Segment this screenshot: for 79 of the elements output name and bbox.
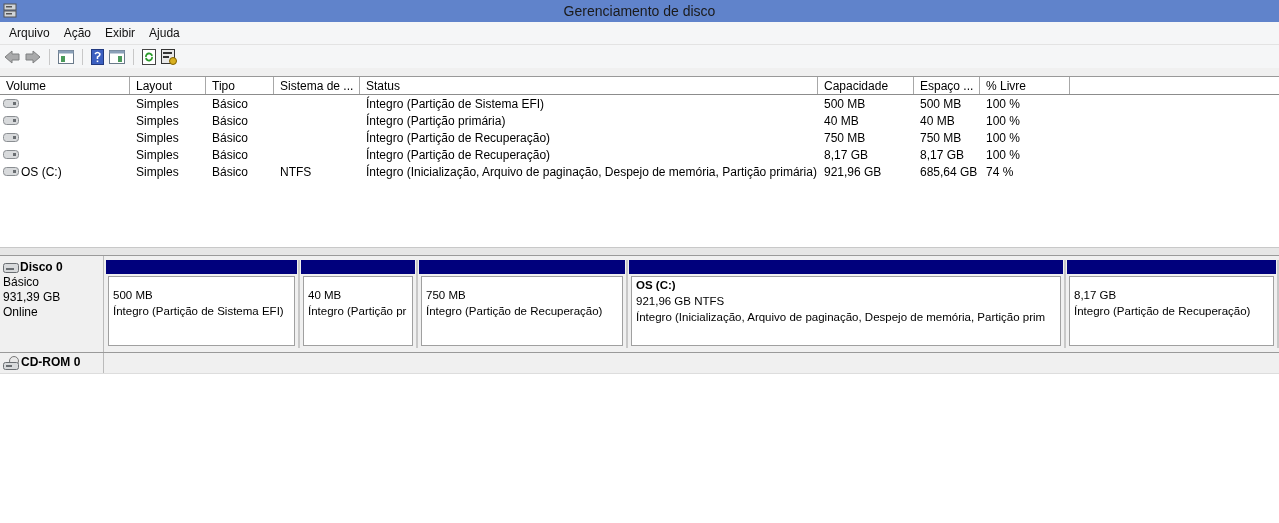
table-cell: 100 %	[986, 131, 1021, 145]
partition-status: Íntegro (Partição de Recuperação)	[426, 304, 604, 319]
drive-icon	[3, 133, 19, 142]
column-header[interactable]: Status	[360, 77, 818, 94]
partition-block[interactable]: 750 MB Íntegro (Partição de Recuperação)	[421, 276, 623, 346]
table-cell: Íntegro (Partição de Recuperação)	[366, 148, 551, 162]
column-header[interactable]: Sistema de ...	[274, 77, 360, 94]
table-cell: Simples	[136, 148, 179, 162]
table-cell: Simples	[136, 114, 179, 128]
app-icon	[3, 3, 17, 19]
table-cell: Íntegro (Partição de Recuperação)	[366, 131, 551, 145]
table-cell: 8,17 GB	[920, 148, 965, 162]
back-arrow-icon[interactable]	[4, 49, 20, 64]
table-cell: 40 MB	[824, 114, 859, 128]
menu-item[interactable]: Ação	[56, 26, 99, 40]
disk-name: CD-ROM 0	[21, 355, 81, 370]
window-title: Gerenciamento de disco	[563, 3, 716, 19]
drive-icon	[3, 150, 19, 159]
menu-item[interactable]: Arquivo	[2, 26, 57, 40]
table-cell: 685,64 GB	[920, 165, 978, 179]
partition-block[interactable]: 40 MB Íntegro (Partição pr	[303, 276, 413, 346]
partition-size: 921,96 GB NTFS	[636, 294, 726, 309]
table-cell: 500 MB	[920, 97, 962, 111]
table-cell: Básico	[212, 148, 249, 162]
partition-size: 40 MB	[308, 288, 343, 303]
disk-info: Básico	[3, 275, 40, 290]
table-cell: Íntegro (Partição primária)	[366, 114, 506, 128]
table-cell: Simples	[136, 97, 179, 111]
partition-block[interactable]: 500 MB Íntegro (Partição de Sistema EFI)	[108, 276, 295, 346]
partition-name: OS (C:)	[636, 278, 677, 293]
partition-block[interactable]: 8,17 GB Íntegro (Partição de Recuperação)	[1069, 276, 1274, 346]
disk-info: Online	[3, 305, 38, 320]
partition-status: Íntegro (Partição pr	[308, 304, 408, 319]
table-cell: 100 %	[986, 148, 1021, 162]
table-cell: Simples	[136, 131, 179, 145]
table-cell: Básico	[212, 114, 249, 128]
partition-block[interactable]: OS (C:) 921,96 GB NTFS Íntegro (Inicialização, Arquivo de paginação, Despejo de memória, Partição prim	[631, 276, 1061, 346]
partition-size: 500 MB	[113, 288, 154, 303]
table-cell: 750 MB	[824, 131, 866, 145]
partition-size: 750 MB	[426, 288, 467, 303]
partition-size: 8,17 GB	[1074, 288, 1118, 303]
table-cell: 8,17 GB	[824, 148, 869, 162]
table-cell: 750 MB	[920, 131, 962, 145]
table-cell: Íntegro (Partição de Sistema EFI)	[366, 97, 545, 111]
table-cell: Básico	[212, 165, 249, 179]
panel-icon[interactable]	[109, 49, 125, 64]
table-cell: 40 MB	[920, 114, 955, 128]
table-cell: Básico	[212, 97, 249, 111]
table-cell: 100 %	[986, 97, 1021, 111]
menu-item[interactable]: Exibir	[98, 26, 143, 40]
column-header[interactable]: Layout	[130, 77, 206, 94]
forward-arrow-icon[interactable]	[25, 49, 41, 64]
partition-status: Íntegro (Inicialização, Arquivo de paginação, Despejo de memória, Partição prim	[636, 310, 1047, 325]
drive-icon	[3, 99, 19, 108]
panel-icon[interactable]	[58, 49, 74, 64]
menu-item[interactable]: Ajuda	[142, 26, 187, 40]
column-header[interactable]: % Livre	[980, 77, 1070, 94]
refresh-icon[interactable]	[142, 48, 156, 65]
column-header[interactable]: Espaço ...	[914, 77, 980, 94]
column-header[interactable]: Capacidade	[818, 77, 914, 94]
column-header[interactable]: Volume	[0, 77, 130, 94]
table-cell: 500 MB	[824, 97, 866, 111]
disk-info: 931,39 GB	[3, 290, 61, 305]
table-cell: 100 %	[986, 114, 1021, 128]
drive-icon	[3, 167, 19, 176]
column-header[interactable]: Tipo	[206, 77, 274, 94]
table-cell: Íntegro (Inicialização, Arquivo de paginação, Despejo de memória, Partição primária)	[366, 165, 817, 179]
help-icon[interactable]	[91, 48, 104, 65]
table-cell: Básico	[212, 131, 249, 145]
table-cell: NTFS	[280, 165, 312, 179]
table-cell: OS (C:)	[21, 164, 62, 179]
drive-icon	[3, 116, 19, 125]
properties-icon[interactable]	[161, 48, 177, 65]
partition-status: Íntegro (Partição de Recuperação)	[1074, 304, 1252, 319]
table-cell: 921,96 GB	[824, 165, 882, 179]
partition-status: Íntegro (Partição de Sistema EFI)	[113, 304, 285, 319]
disk-name: Disco 0	[20, 260, 63, 275]
table-cell: 74 %	[986, 165, 1014, 179]
table-cell: Simples	[136, 165, 179, 179]
